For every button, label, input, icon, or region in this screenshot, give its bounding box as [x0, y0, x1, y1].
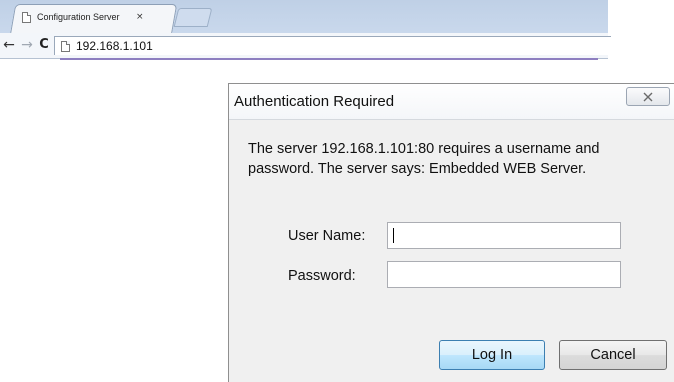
dialog-title: Authentication Required: [234, 93, 395, 110]
password-input[interactable]: [387, 261, 621, 288]
tab-title: Configuration Server: [37, 12, 120, 22]
navigation-toolbar: ← → C 192.168.1.101: [0, 33, 611, 59]
page-icon: [22, 11, 31, 23]
reload-icon[interactable]: C: [37, 36, 51, 54]
username-label: User Name:: [288, 228, 366, 244]
close-icon: [643, 92, 653, 101]
close-button[interactable]: [626, 87, 670, 106]
log-in-button[interactable]: Log In: [439, 340, 545, 370]
username-input[interactable]: [387, 222, 621, 249]
forward-arrow-icon[interactable]: →: [20, 36, 34, 54]
dialog-message: The server 192.168.1.101:80 requires a u…: [248, 141, 600, 177]
page-top-border: [60, 58, 598, 60]
authentication-dialog: Authentication Required The server 192.1…: [228, 83, 674, 382]
dialog-titlebar: Authentication Required: [229, 84, 674, 120]
new-tab-button[interactable]: [173, 8, 213, 27]
tab-content: Configuration Server ×: [22, 9, 172, 25]
page-icon: [61, 40, 70, 52]
tab-close-icon[interactable]: ×: [136, 12, 144, 22]
address-bar[interactable]: 192.168.1.101: [54, 36, 611, 55]
cancel-button[interactable]: Cancel: [559, 340, 667, 370]
back-arrow-icon[interactable]: ←: [2, 36, 16, 54]
text-caret: [393, 228, 394, 243]
tab-strip: Configuration Server ×: [0, 0, 608, 34]
browser-chrome: Configuration Server × ← → C 192.168.1.1…: [0, 0, 611, 60]
password-label: Password:: [288, 268, 356, 284]
url-text: 192.168.1.101: [76, 39, 153, 53]
